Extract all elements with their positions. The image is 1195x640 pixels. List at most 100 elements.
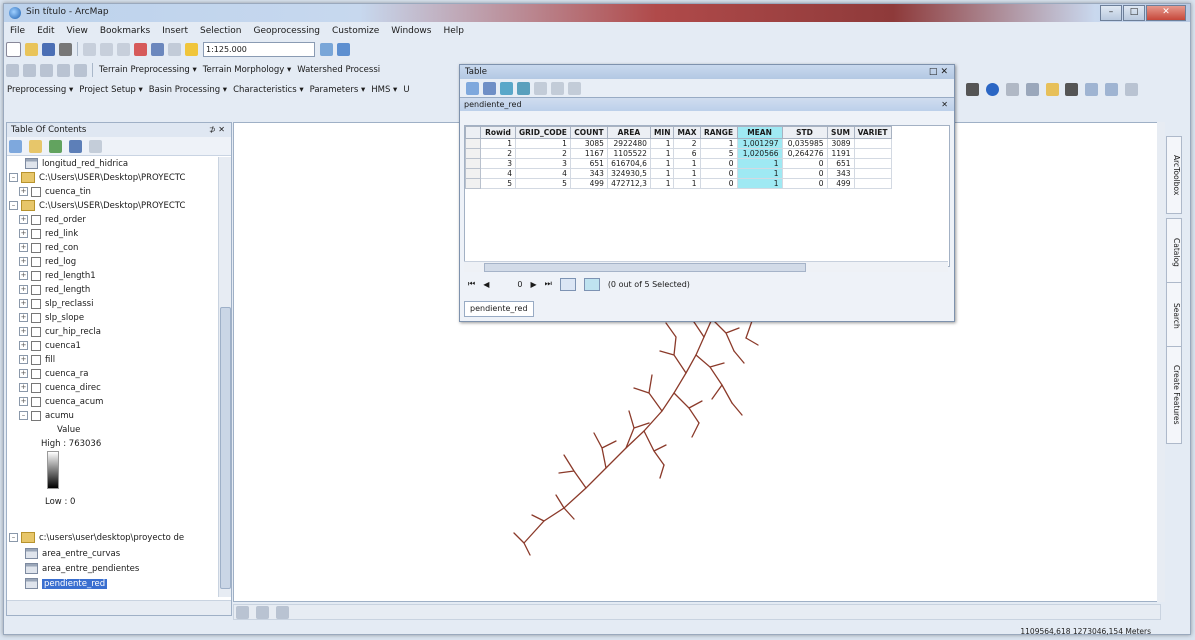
record-number-input[interactable]: 0 (517, 280, 522, 289)
layer-visibility-checkbox[interactable] (31, 368, 41, 379)
toc-pin-close[interactable]: ⊅ ✕ (209, 123, 225, 137)
toc-folder-item[interactable]: – C:\Users\USER\Desktop\PROYECTC (9, 171, 185, 185)
table-window-titlebar[interactable]: Table □ ✕ (460, 65, 954, 79)
add-data-icon[interactable] (185, 42, 198, 56)
toc-layer-item[interactable]: + red_order (19, 213, 86, 227)
menu-view[interactable]: View (61, 26, 94, 36)
toc-layer-item[interactable]: + red_con (19, 241, 78, 255)
select-tool-icon[interactable] (23, 63, 36, 77)
expand-icon[interactable]: + (19, 383, 28, 392)
table-horizontal-scrollbar[interactable] (464, 261, 948, 272)
scroll-thumb[interactable] (220, 307, 231, 589)
collapse-icon[interactable]: – (9, 173, 18, 182)
expand-icon[interactable]: + (19, 215, 28, 224)
characteristics-menu[interactable]: Characteristics ▾ (230, 85, 307, 95)
layer-visibility-checkbox[interactable] (31, 242, 41, 253)
toc-table-item[interactable]: area_entre_curvas (25, 547, 120, 561)
table-row[interactable]: 2 2 1167 1105522 1 6 5 1,020566 0,264276… (465, 148, 892, 159)
cut-icon[interactable] (83, 42, 96, 56)
select-elements-icon[interactable] (966, 83, 979, 96)
toc-layer-item[interactable]: + cuenca_ra (19, 367, 89, 381)
maximize-button[interactable]: □ (1123, 5, 1145, 21)
close-button[interactable]: ✕ (1146, 5, 1186, 21)
column-header[interactable]: Rowid (480, 126, 516, 139)
row-selector-header[interactable] (465, 126, 481, 139)
table-row[interactable]: 5 5 499 472712,3 1 1 0 1 0 499 (465, 178, 892, 189)
collapse-icon[interactable]: – (9, 533, 18, 542)
layer-visibility-checkbox[interactable] (31, 326, 41, 337)
search-tab[interactable]: Search (1166, 282, 1182, 350)
redo-icon[interactable] (168, 42, 181, 56)
table-bottom-tab[interactable]: pendiente_red (464, 301, 534, 317)
toc-table-item[interactable]: area_entre_pendientes (25, 562, 139, 576)
identify-tool-icon[interactable] (74, 63, 87, 77)
table-window-close-button[interactable]: □ ✕ (929, 65, 948, 79)
menu-insert[interactable]: Insert (156, 26, 194, 36)
row-selector[interactable] (465, 168, 481, 179)
last-record-icon[interactable]: ⏭ (545, 279, 552, 289)
map-scale-input[interactable]: 1:125.000 (203, 41, 315, 57)
paste-icon[interactable] (117, 42, 130, 56)
create-features-tab[interactable]: Create Features (1166, 346, 1182, 444)
show-selected-records-icon[interactable] (583, 277, 600, 291)
zoom-to-selected-icon[interactable] (551, 81, 564, 95)
minimize-button[interactable]: – (1100, 5, 1122, 21)
save-icon[interactable] (42, 42, 55, 56)
flow-tool-icon[interactable] (40, 63, 53, 77)
layer-visibility-checkbox[interactable] (31, 284, 41, 295)
expand-icon[interactable]: + (19, 313, 28, 322)
preprocessing-menu[interactable]: Preprocessing ▾ (4, 85, 76, 95)
toc-layer-item[interactable]: – acumu (19, 409, 74, 423)
watershed-processing-menu[interactable]: Watershed Processi (294, 65, 383, 75)
toc-layer-item[interactable]: + cur_hip_recla (19, 325, 101, 339)
menu-help[interactable]: Help (437, 26, 470, 36)
terrain-morphology-menu[interactable]: Terrain Morphology ▾ (200, 65, 294, 75)
expand-icon[interactable]: + (19, 369, 28, 378)
column-header[interactable]: VARIET (853, 126, 892, 139)
table-row[interactable]: 4 4 343 324930,5 1 1 0 1 0 343 (465, 168, 892, 179)
scroll-thumb[interactable] (484, 263, 806, 272)
project-setup-menu[interactable]: Project Setup ▾ (76, 85, 146, 95)
point-tool-icon[interactable] (57, 63, 70, 77)
binoculars-icon[interactable] (1065, 83, 1079, 96)
print-icon[interactable] (59, 42, 72, 56)
toc-layer-item[interactable]: + red_log (19, 255, 76, 269)
menu-selection[interactable]: Selection (194, 26, 247, 36)
related-tables-icon[interactable] (483, 81, 496, 95)
row-selector[interactable] (465, 148, 481, 159)
layer-visibility-checkbox[interactable] (31, 396, 41, 407)
column-header[interactable]: MIN (649, 126, 675, 139)
toc-table-item[interactable]: pendiente_red (25, 577, 108, 591)
parameters-menu[interactable]: Parameters ▾ (307, 85, 369, 95)
menu-edit[interactable]: Edit (31, 26, 60, 36)
layer-visibility-checkbox[interactable] (31, 228, 41, 239)
column-header[interactable]: RANGE (699, 126, 738, 139)
toc-layer-item[interactable]: + slp_slope (19, 311, 84, 325)
layer-visibility-checkbox[interactable] (31, 410, 41, 421)
collapse-icon[interactable]: – (19, 411, 28, 420)
layer-visibility-checkbox[interactable] (31, 298, 41, 309)
expand-icon[interactable]: + (19, 243, 28, 252)
switch-selection-icon[interactable] (517, 81, 530, 95)
clear-selection-icon[interactable] (534, 81, 547, 95)
editor-toolbar-icon[interactable] (320, 42, 333, 56)
row-selector[interactable] (465, 158, 481, 169)
menu-bookmarks[interactable]: Bookmarks (94, 26, 156, 36)
layer-visibility-checkbox[interactable] (31, 354, 41, 365)
layer-visibility-checkbox[interactable] (31, 256, 41, 267)
toc-layer-item[interactable]: + red_link (19, 227, 78, 241)
expand-icon[interactable]: + (19, 397, 28, 406)
catalog-tab[interactable]: Catalog (1166, 218, 1182, 286)
expand-icon[interactable]: + (19, 285, 28, 294)
undo-icon[interactable] (151, 42, 164, 56)
toc-folder-item[interactable]: – C:\Users\USER\Desktop\PROYECTC (9, 199, 185, 213)
copy-icon[interactable] (100, 42, 113, 56)
expand-icon[interactable]: + (19, 355, 28, 364)
options-icon[interactable] (88, 140, 102, 153)
toc-table-item[interactable]: longitud_red_hidrica (25, 157, 128, 171)
expand-icon[interactable]: + (19, 271, 28, 280)
toc-layer-item[interactable]: + fill (19, 353, 55, 367)
toolbox-icon[interactable] (1105, 83, 1119, 96)
layer-visibility-checkbox[interactable] (31, 186, 41, 197)
model-builder-icon[interactable] (1085, 83, 1099, 96)
